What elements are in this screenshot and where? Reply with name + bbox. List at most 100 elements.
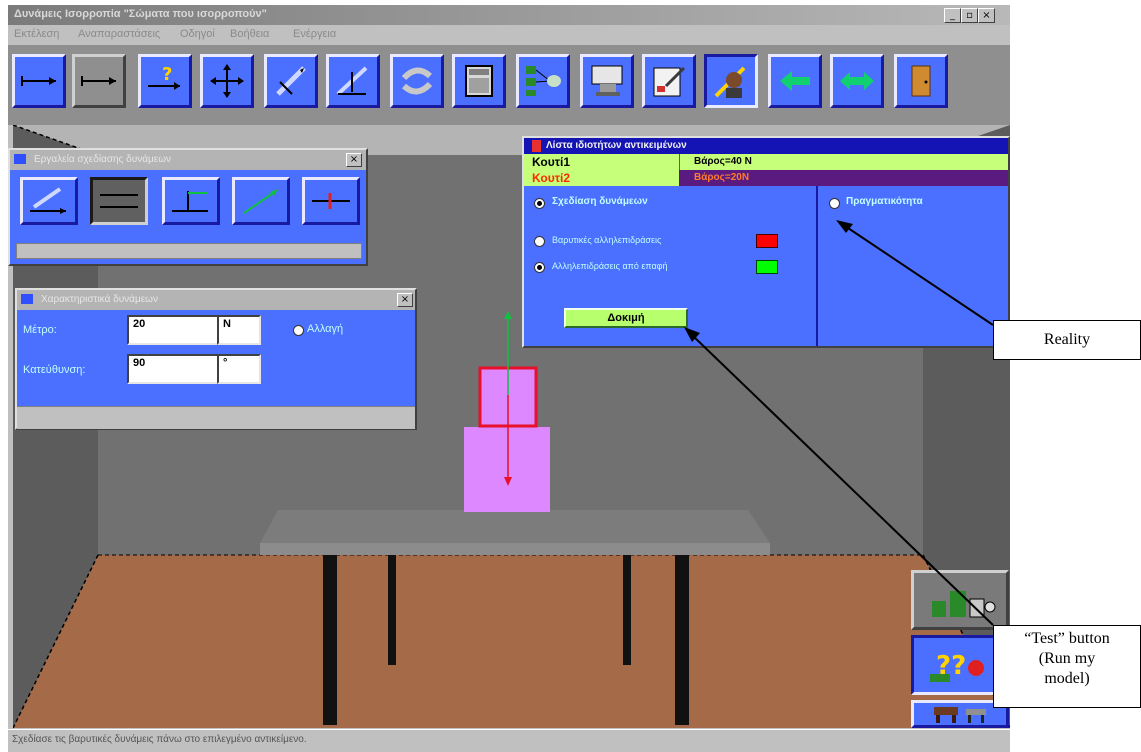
properties-titlebar[interactable]: Χαρακτηριστικά δυνάμεων × bbox=[17, 290, 415, 310]
cycle-arrows-icon bbox=[401, 67, 433, 95]
teacher-icon bbox=[714, 66, 746, 98]
contact-color-swatch[interactable] bbox=[756, 260, 778, 274]
reality-callout: Reality bbox=[993, 320, 1141, 360]
toolbar-button-pencil[interactable] bbox=[326, 54, 380, 108]
pencil-angle-icon bbox=[336, 66, 368, 96]
toolbar-button-vector[interactable] bbox=[12, 54, 66, 108]
toolbar-button-exit[interactable] bbox=[894, 54, 948, 108]
toolbox-title: Εργαλεία σχεδίασης δυνάμεων bbox=[34, 154, 172, 165]
change-label: Αλλαγή bbox=[307, 323, 344, 335]
test-callout-line-1: “Test” button bbox=[1024, 630, 1110, 647]
calculator-icon bbox=[465, 65, 493, 97]
tool-perpendicular[interactable] bbox=[162, 177, 220, 225]
toolbar-button-connect[interactable] bbox=[516, 54, 570, 108]
menu-bar: Εκτέλεση Αναπαραστάσεις Οδηγοί Βοήθεια Ε… bbox=[8, 25, 1010, 43]
test-button[interactable]: Δοκιμή bbox=[564, 308, 688, 328]
direction-label: Κατεύθυνση: bbox=[23, 364, 86, 376]
object-list-title: Λίστα ιδιοτήτων αντικειμένων bbox=[546, 140, 687, 151]
contact-label: Αλληλεπιδράσεις από επαφή bbox=[552, 261, 668, 271]
minimize-button[interactable]: _ bbox=[944, 8, 961, 23]
toolbar-button-vector-help[interactable]: ? bbox=[138, 54, 192, 108]
properties-window-icon bbox=[21, 294, 33, 304]
toolbar-button-calculator[interactable] bbox=[452, 54, 506, 108]
toolbar-button-presentation[interactable] bbox=[580, 54, 634, 108]
toolbar-button-cycle[interactable] bbox=[390, 54, 444, 108]
properties-close-button[interactable]: × bbox=[397, 293, 413, 307]
panel-divider bbox=[816, 186, 818, 346]
properties-scrollbar[interactable] bbox=[17, 406, 415, 429]
toolbar-button-double-arrow[interactable] bbox=[830, 54, 884, 108]
vector-help-icon: ? bbox=[148, 64, 180, 90]
window-title: Δυνάμεις Ισορροπία "Σώματα που ισορροπού… bbox=[14, 8, 267, 20]
gravity-checkbox[interactable] bbox=[534, 236, 545, 247]
gravity-color-swatch[interactable] bbox=[756, 234, 778, 248]
toolbar-button-move[interactable] bbox=[200, 54, 254, 108]
menu-guides[interactable]: Οδηγοί bbox=[180, 28, 215, 40]
vector-line-gray-icon bbox=[81, 76, 116, 86]
draw-vector-icon bbox=[30, 187, 66, 214]
tool-red-vector[interactable] bbox=[302, 177, 360, 225]
magnitude-label: Μέτρο: bbox=[23, 324, 57, 336]
menu-help[interactable]: Βοήθεια bbox=[230, 28, 269, 40]
move-arrows-icon bbox=[210, 64, 244, 98]
toolbox-scrollbar[interactable] bbox=[16, 243, 362, 259]
object-list-panel: Λίστα ιδιοτήτων αντικειμένων Κουτί1 Βάρο… bbox=[522, 136, 1010, 348]
test-callout-line-3: model) bbox=[1044, 670, 1090, 687]
vector-line-icon bbox=[21, 76, 56, 86]
toolbar: ? bbox=[8, 45, 1010, 125]
properties-title: Χαρακτηριστικά δυνάμεων bbox=[41, 294, 158, 305]
change-radio[interactable] bbox=[293, 325, 304, 336]
notebook-icon bbox=[653, 66, 686, 97]
menu-run[interactable]: Εκτέλεση bbox=[14, 28, 59, 40]
menu-representations[interactable]: Αναπαραστάσεις bbox=[78, 28, 160, 40]
close-button[interactable]: × bbox=[978, 8, 995, 23]
toolbar-button-teacher[interactable] bbox=[704, 54, 758, 108]
furniture-icon bbox=[934, 707, 986, 723]
draw-forces-label: Σχεδίαση δυνάμεων bbox=[552, 196, 648, 207]
test-callout: “Test” button (Run my model) bbox=[993, 625, 1141, 708]
reality-radio[interactable] bbox=[829, 198, 840, 209]
toolbox-titlebar[interactable]: Εργαλεία σχεδίασης δυνάμεων × bbox=[10, 150, 366, 170]
test-callout-line-2: (Run my bbox=[1038, 650, 1096, 667]
properties-panel: Χαρακτηριστικά δυνάμεων × Μέτρο: 20 N Αλ… bbox=[15, 288, 417, 430]
object-value-2: Βάρος=20Ν bbox=[694, 172, 750, 183]
contact-checkbox[interactable] bbox=[534, 262, 545, 273]
object-row-1[interactable]: Κουτί1 Βάρος=40 Ν bbox=[524, 154, 1008, 170]
tool-parallel-lines[interactable] bbox=[90, 177, 148, 225]
side-button-objects[interactable] bbox=[911, 570, 1009, 630]
tool-draw-vector[interactable] bbox=[20, 177, 78, 225]
exit-door-icon bbox=[911, 65, 931, 97]
diagonal-vector-icon bbox=[243, 189, 278, 214]
draw-forces-radio[interactable] bbox=[534, 198, 545, 209]
maximize-button[interactable]: ▫ bbox=[961, 8, 978, 23]
questions-icon: ?? bbox=[930, 651, 984, 682]
svg-text:?: ? bbox=[162, 64, 172, 85]
direction-input[interactable]: 90 bbox=[127, 354, 219, 384]
object-name-1: Κουτί1 bbox=[532, 155, 571, 169]
toolbar-button-edit-vector[interactable] bbox=[264, 54, 318, 108]
objects-icon bbox=[932, 591, 996, 618]
status-text: Σχεδίασε τις βαρυτικές δυνάμεις πάνω στο… bbox=[12, 734, 307, 745]
reality-label: Πραγματικότητα bbox=[846, 196, 923, 207]
toolbar-button-vector-gray[interactable] bbox=[72, 54, 126, 108]
tool-diagonal-vector[interactable] bbox=[232, 177, 290, 225]
title-bar: Δυνάμεις Ισορροπία "Σώματα που ισορροπού… bbox=[8, 5, 1010, 25]
edit-vector-icon bbox=[276, 66, 306, 96]
magnitude-input[interactable]: 20 bbox=[127, 315, 219, 345]
toolbar-button-back[interactable] bbox=[768, 54, 822, 108]
menu-action[interactable]: Ενέργεια bbox=[293, 28, 336, 40]
red-vector-icon bbox=[312, 193, 350, 209]
toolbar-button-notebook[interactable] bbox=[642, 54, 696, 108]
toolbox-panel: Εργαλεία σχεδίασης δυνάμεων × bbox=[8, 148, 368, 266]
object-list-window-icon bbox=[532, 140, 541, 152]
parallel-lines-icon bbox=[100, 194, 138, 208]
perpendicular-icon bbox=[172, 191, 208, 212]
toolbox-close-button[interactable]: × bbox=[346, 153, 362, 167]
object-row-2[interactable]: Κουτί2 Βάρος=20Ν bbox=[524, 170, 1008, 186]
connect-objects-icon bbox=[526, 66, 561, 96]
direction-unit: ° bbox=[217, 354, 261, 384]
object-value-1: Βάρος=40 Ν bbox=[694, 156, 752, 167]
object-list-titlebar[interactable]: Λίστα ιδιοτήτων αντικειμένων bbox=[524, 138, 1008, 154]
gravity-label: Βαρυτικές αλληλεπιδράσεις bbox=[552, 235, 662, 245]
presentation-icon bbox=[591, 65, 623, 96]
